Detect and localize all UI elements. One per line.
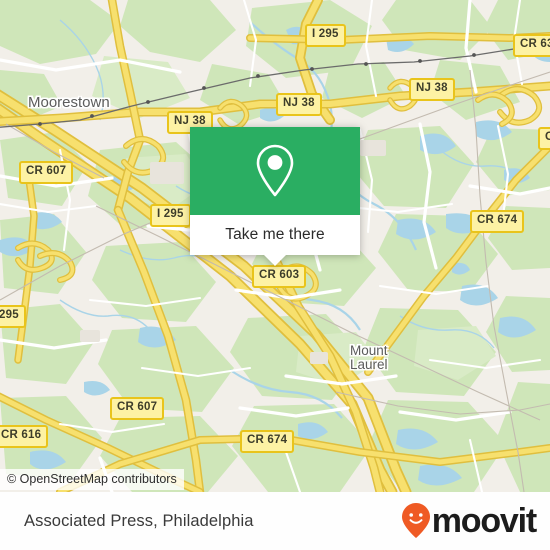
route-shield-cr674-south[interactable]: CR 674 <box>240 430 295 453</box>
route-shield-east-edge-partial[interactable]: C <box>538 127 550 150</box>
route-shield-cr636[interactable]: CR 636 <box>513 34 550 57</box>
popup-tail-pointer <box>264 255 286 266</box>
route-shield-cr674-east[interactable]: CR 674 <box>470 210 525 233</box>
osm-attribution[interactable]: © OpenStreetMap contributors <box>0 469 184 490</box>
route-shield-i295-west-edge[interactable]: 295 <box>0 305 26 328</box>
route-shield-cr607-northwest[interactable]: CR 607 <box>19 161 74 184</box>
popup-action-area[interactable]: Take me there <box>190 215 360 266</box>
route-shield-nj38-center[interactable]: NJ 38 <box>276 93 322 116</box>
route-shield-cr616[interactable]: CR 616 <box>0 425 49 448</box>
take-me-there-popup[interactable]: Take me there <box>190 127 360 266</box>
map-pin-icon <box>256 144 294 197</box>
route-shield-cr607-south[interactable]: CR 607 <box>110 397 165 420</box>
moovit-wordmark: moovit <box>431 502 537 540</box>
place-label-moorestown: Moorestown <box>28 94 110 111</box>
take-me-there-label: Take me there <box>225 226 325 243</box>
bottom-info-bar: Associated Press, Philadelphia moovit <box>0 492 550 550</box>
moovit-map-screen: .grn{fill:#cfe6b9;} .grn2{fill:#d9ebc6;}… <box>0 0 550 550</box>
place-label-mount-laurel: Mount Laurel <box>350 343 388 373</box>
route-shield-i295-center[interactable]: I 295 <box>150 204 191 227</box>
moovit-pin-smiley-icon <box>401 503 430 538</box>
location-title: Associated Press, Philadelphia <box>24 511 254 530</box>
route-shield-i295-north[interactable]: I 295 <box>305 24 346 47</box>
popup-icon-area <box>190 127 360 215</box>
map-canvas[interactable]: .grn{fill:#cfe6b9;} .grn2{fill:#d9ebc6;}… <box>0 0 550 492</box>
route-shield-nj38-east[interactable]: NJ 38 <box>409 78 455 101</box>
moovit-brand[interactable]: moovit <box>401 502 537 540</box>
route-shield-cr603[interactable]: CR 603 <box>252 265 307 288</box>
